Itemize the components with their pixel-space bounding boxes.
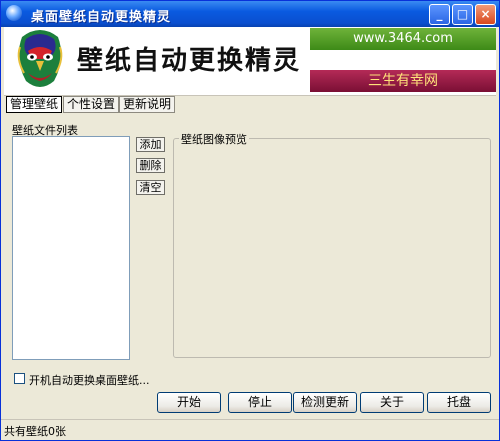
delete-button[interactable]: 删除 bbox=[136, 158, 165, 173]
check-update-button[interactable]: 检测更新 bbox=[293, 392, 357, 413]
app-window: 桌面壁纸自动更换精灵 _ □ × 壁纸自动更换精灵 www.3464.com 三… bbox=[0, 0, 500, 441]
clear-button[interactable]: 清空 bbox=[136, 180, 165, 195]
ad-sansheng-link[interactable]: 三生有幸网 bbox=[310, 70, 496, 92]
wallpaper-count: 共有壁纸0张 bbox=[4, 425, 66, 438]
minimize-icon[interactable]: _ bbox=[429, 4, 450, 25]
ad-website-link[interactable]: www.3464.com bbox=[310, 28, 496, 50]
title-bar[interactable]: 桌面壁纸自动更换精灵 _ □ × bbox=[1, 1, 499, 27]
tray-button[interactable]: 托盘 bbox=[427, 392, 491, 413]
tab-manage-wallpaper[interactable]: 管理壁纸 bbox=[6, 96, 63, 113]
stop-button[interactable]: 停止 bbox=[228, 392, 292, 413]
start-button[interactable]: 开始 bbox=[157, 392, 221, 413]
preview-group bbox=[173, 138, 491, 358]
autostart-checkbox[interactable] bbox=[14, 373, 25, 384]
app-icon[interactable] bbox=[6, 5, 22, 21]
status-bar: 共有壁纸0张 bbox=[1, 419, 499, 440]
tab-personal-settings[interactable]: 个性设置 bbox=[63, 96, 120, 113]
banner-title: 壁纸自动更换精灵 bbox=[77, 46, 302, 76]
header-banner: 壁纸自动更换精灵 www.3464.com 三生有幸网 bbox=[4, 27, 496, 96]
window-title: 桌面壁纸自动更换精灵 bbox=[31, 10, 172, 25]
autostart-label[interactable]: 开机自动更换桌面壁纸... bbox=[29, 372, 150, 388]
about-button[interactable]: 关于 bbox=[360, 392, 424, 413]
tab-update-notes[interactable]: 更新说明 bbox=[119, 96, 176, 113]
preview-label: 壁纸图像预览 bbox=[179, 131, 249, 147]
add-button[interactable]: 添加 bbox=[136, 137, 165, 152]
maximize-icon[interactable]: □ bbox=[452, 4, 473, 25]
opera-mask-logo bbox=[17, 30, 63, 87]
wallpaper-file-list[interactable] bbox=[12, 136, 130, 360]
close-icon[interactable]: × bbox=[475, 4, 496, 25]
